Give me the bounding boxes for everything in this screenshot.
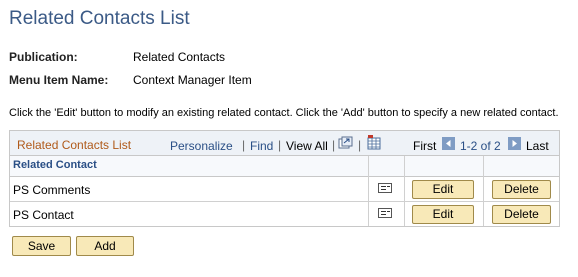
publication-label: Publication: — [9, 50, 78, 64]
separator: | — [358, 138, 362, 152]
last-label: Last — [526, 139, 549, 153]
column-header-row: Related Contact — [10, 156, 559, 177]
personalize-link[interactable]: Personalize — [170, 139, 233, 153]
edit-button[interactable]: Edit — [412, 205, 474, 224]
page-title: Related Contacts List — [9, 8, 190, 29]
row-label: PS Comments — [13, 183, 91, 197]
table-row: PS Contact Edit Delete — [10, 202, 559, 227]
find-link[interactable]: Find — [250, 139, 273, 153]
instructions-text: Click the 'Edit' button to modify an exi… — [9, 107, 559, 119]
edit-button[interactable]: Edit — [412, 180, 474, 199]
detail-view-icon[interactable] — [378, 183, 392, 193]
download-excel-icon[interactable] — [366, 134, 382, 153]
menu-item-name-value: Context Manager Item — [133, 73, 252, 87]
menu-item-name-label: Menu Item Name: — [9, 73, 109, 87]
delete-button[interactable]: Delete — [492, 180, 551, 199]
add-button[interactable]: Add — [76, 236, 134, 256]
separator: | — [242, 138, 246, 152]
prev-arrow-icon[interactable] — [442, 137, 455, 153]
separator: | — [278, 138, 282, 152]
view-all-link[interactable]: View All — [286, 139, 328, 153]
table-row: PS Comments Edit Delete — [10, 177, 559, 202]
row-label: PS Contact — [13, 208, 74, 222]
related-contacts-grid: Related Contacts List Personalize | Find… — [9, 130, 560, 227]
range-indicator: 1-2 of 2 — [460, 139, 501, 153]
zoom-grid-icon[interactable] — [338, 136, 354, 153]
grid-header: Related Contacts List Personalize | Find… — [10, 131, 559, 156]
separator: | — [332, 138, 336, 152]
next-arrow-icon[interactable] — [508, 137, 521, 153]
detail-view-icon[interactable] — [378, 208, 392, 218]
first-label: First — [413, 139, 437, 153]
delete-button[interactable]: Delete — [492, 205, 551, 224]
column-header-related-contact: Related Contact — [13, 159, 97, 171]
save-button[interactable]: Save — [12, 236, 71, 256]
publication-value: Related Contacts — [133, 50, 226, 64]
grid-title: Related Contacts List — [17, 138, 132, 152]
